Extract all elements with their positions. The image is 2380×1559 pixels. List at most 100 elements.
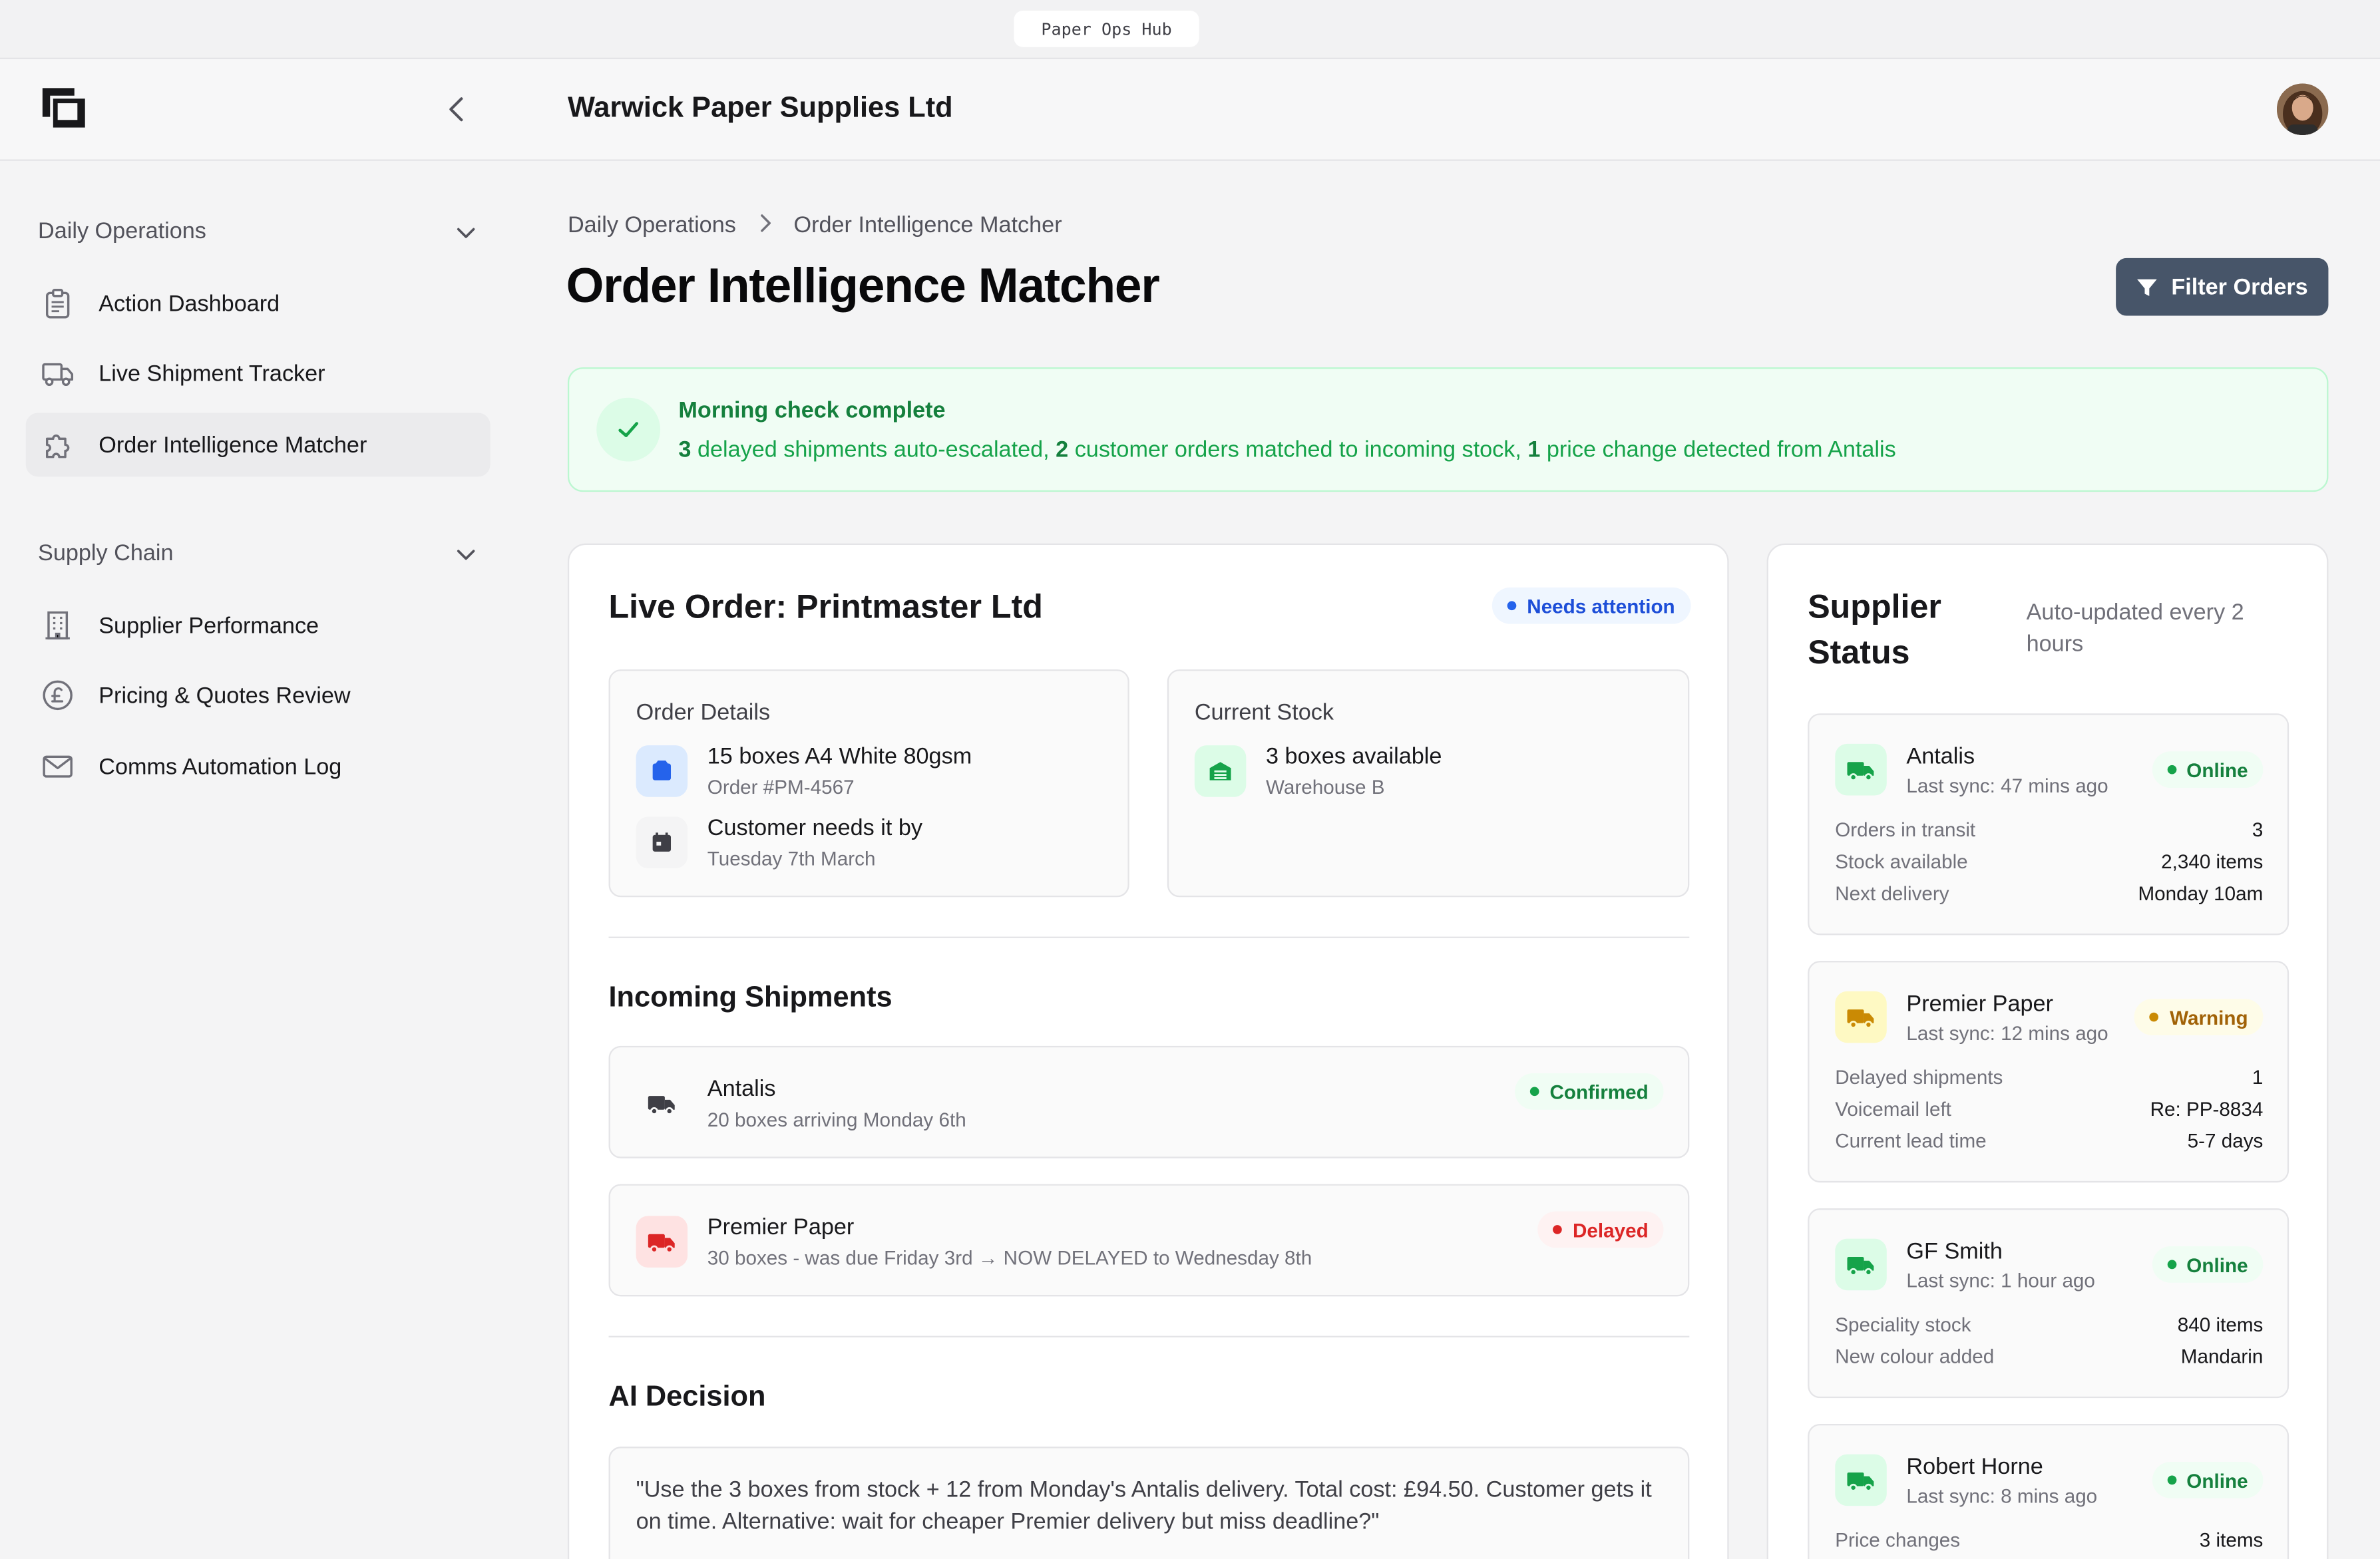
supplier-item[interactable]: Premier Paper Last sync: 12 mins ago War…: [1808, 961, 2289, 1183]
sidebar-item-pricing-quotes-review[interactable]: Pricing & Quotes Review: [26, 663, 491, 727]
divider: [608, 1335, 1690, 1337]
order-title: Live Order: Printmaster Ltd: [608, 587, 1043, 625]
supplier-name: Robert Horne: [1906, 1454, 2043, 1480]
logo-icon: [42, 88, 85, 128]
company-name: Warwick Paper Supplies Ltd: [567, 92, 953, 125]
supplier-status-subtitle: Auto-updated every 2 hours: [2026, 600, 2244, 657]
divider: [608, 936, 1690, 938]
stat-row: Delayed shipments 1: [1835, 1065, 2264, 1089]
filter-orders-button[interactable]: Filter Orders: [2116, 258, 2329, 316]
supplier-sync: Last sync: 1 hour ago: [1906, 1269, 2095, 1292]
sidebar-item-live-shipment-tracker[interactable]: Live Shipment Tracker: [26, 341, 491, 405]
shipment-detail: 20 boxes arriving Monday 6th: [707, 1108, 966, 1131]
order-details-box: Order Details 15 boxes A4 White 80gsm Or…: [608, 669, 1129, 898]
warehouse-icon: [1194, 745, 1247, 797]
truck-icon: [41, 357, 75, 390]
avatar[interactable]: [2276, 83, 2329, 136]
stat-row: Orders in transit 3: [1835, 818, 2264, 841]
truck-icon: [636, 1216, 688, 1268]
needs-by-date: Tuesday 7th March: [707, 847, 876, 870]
chevron-down-icon: [457, 549, 475, 560]
puzzle-icon: [41, 428, 75, 461]
current-stock-label: Current Stock: [1194, 699, 1334, 726]
current-stock-box: Current Stock 3 boxes available Warehous…: [1167, 669, 1690, 898]
sidebar-item-label: Supplier Performance: [99, 612, 319, 639]
stock-location: Warehouse B: [1266, 775, 1385, 799]
check-icon: [596, 397, 661, 462]
building-icon: [41, 609, 75, 642]
supplier-sync: Last sync: 47 mins ago: [1906, 774, 2108, 797]
chevron-right-icon: [760, 214, 771, 232]
stat-row: New colour added Mandarin: [1835, 1345, 2264, 1368]
sidebar-item-action-dashboard[interactable]: Action Dashboard: [26, 271, 491, 335]
box-icon: [636, 745, 688, 797]
sidebar-item-label: Pricing & Quotes Review: [99, 682, 351, 709]
status-banner: Morning check complete 3 delayed shipmen…: [567, 367, 2329, 492]
status-badge: Confirmed: [1515, 1073, 1664, 1110]
live-order-card: Live Order: Printmaster Ltd Needs attent…: [567, 543, 1729, 1559]
truck-icon: [1835, 1238, 1887, 1291]
shipment-supplier: Premier Paper: [707, 1214, 855, 1240]
truck-icon: [1835, 1454, 1887, 1506]
shipment-row[interactable]: Antalis 20 boxes arriving Monday 6th Con…: [608, 1045, 1690, 1158]
breadcrumb-current: Order Intelligence Matcher: [793, 212, 1062, 239]
section-daily-operations[interactable]: Daily Operations: [38, 218, 478, 245]
stat-row: Voicemail left Re: PP-8834: [1835, 1097, 2264, 1121]
status-badge: Online: [2151, 751, 2264, 788]
status-badge: Warning: [2134, 999, 2264, 1035]
sidebar-item-label: Live Shipment Tracker: [99, 360, 325, 387]
top-strip: Paper Ops Hub: [0, 0, 2380, 59]
stat-row: Current lead time 5-7 days: [1835, 1129, 2264, 1152]
breadcrumb-parent[interactable]: Daily Operations: [568, 212, 736, 238]
section-supply-chain[interactable]: Supply Chain: [38, 540, 478, 566]
section-title: Supply Chain: [38, 540, 174, 566]
mail-icon: [41, 750, 75, 783]
supplier-item[interactable]: GF Smith Last sync: 1 hour ago Online Sp…: [1808, 1208, 2289, 1399]
stock-value: 3 boxes available: [1266, 743, 1442, 770]
pound-icon: [41, 679, 75, 712]
supplier-status-card: Supplier Status Auto-updated every 2 hou…: [1766, 543, 2329, 1559]
shipment-detail: 30 boxes - was due Friday 3rd → NOW DELA…: [707, 1246, 1312, 1270]
order-number: Order #PM-4567: [707, 775, 855, 799]
filter-orders-label: Filter Orders: [2171, 273, 2308, 300]
status-badge: Online: [2151, 1461, 2264, 1498]
banner-title: Morning check complete: [678, 397, 946, 424]
stat-row: Next delivery Monday 10am: [1835, 882, 2264, 905]
app-label: Paper Ops Hub: [1014, 10, 1199, 47]
supplier-name: Premier Paper: [1906, 991, 2053, 1017]
stat-row: Speciality stock 840 items: [1835, 1313, 2264, 1336]
chevron-down-icon: [457, 227, 475, 238]
shipment-supplier: Antalis: [707, 1076, 776, 1103]
clipboard-icon: [41, 287, 75, 320]
supplier-name: Antalis: [1906, 743, 1975, 770]
ai-decision-text: "Use the 3 boxes from stock + 12 from Mo…: [608, 1447, 1690, 1559]
sidebar-item-comms-automation-log[interactable]: Comms Automation Log: [26, 735, 491, 798]
supplier-name: GF Smith: [1906, 1238, 2003, 1265]
breadcrumb: Daily Operations Order Intelligence Matc…: [568, 212, 1062, 238]
calendar-icon: [636, 816, 688, 868]
collapse-sidebar-icon[interactable]: [440, 92, 473, 126]
status-badge: Online: [2151, 1246, 2264, 1283]
section-title: Daily Operations: [38, 218, 206, 245]
order-details-label: Order Details: [636, 699, 771, 726]
supplier-item[interactable]: Robert Horne Last sync: 8 mins ago Onlin…: [1808, 1423, 2289, 1559]
supplier-sync: Last sync: 8 mins ago: [1906, 1484, 2098, 1508]
supplier-item[interactable]: Antalis Last sync: 47 mins ago Online Or…: [1808, 713, 2289, 936]
sidebar: Daily Operations Action Dashboard Live S…: [0, 162, 524, 1559]
sidebar-item-order-intelligence-matcher[interactable]: Order Intelligence Matcher: [25, 413, 491, 477]
shipment-row[interactable]: Premier Paper 30 boxes - was due Friday …: [608, 1184, 1690, 1297]
ai-decision-title: AI Decision: [608, 1381, 766, 1413]
app-window: Paper Ops Hub Warwick Paper Supplies Ltd…: [0, 0, 2380, 1559]
order-product: 15 boxes A4 White 80gsm: [707, 743, 972, 770]
sidebar-item-label: Action Dashboard: [99, 290, 280, 317]
banner-summary: 3 delayed shipments auto-escalated, 2 cu…: [678, 437, 1896, 463]
header: Warwick Paper Supplies Ltd: [0, 59, 2380, 161]
sidebar-item-label: Comms Automation Log: [99, 753, 342, 780]
page-title: Order Intelligence Matcher: [566, 258, 1160, 313]
status-badge: Needs attention: [1491, 587, 1690, 624]
sidebar-item-label: Order Intelligence Matcher: [99, 432, 367, 458]
stat-row: Stock available 2,340 items: [1835, 850, 2264, 873]
incoming-shipments-title: Incoming Shipments: [608, 982, 892, 1014]
sidebar-item-supplier-performance[interactable]: Supplier Performance: [26, 594, 491, 657]
truck-icon: [636, 1078, 688, 1130]
